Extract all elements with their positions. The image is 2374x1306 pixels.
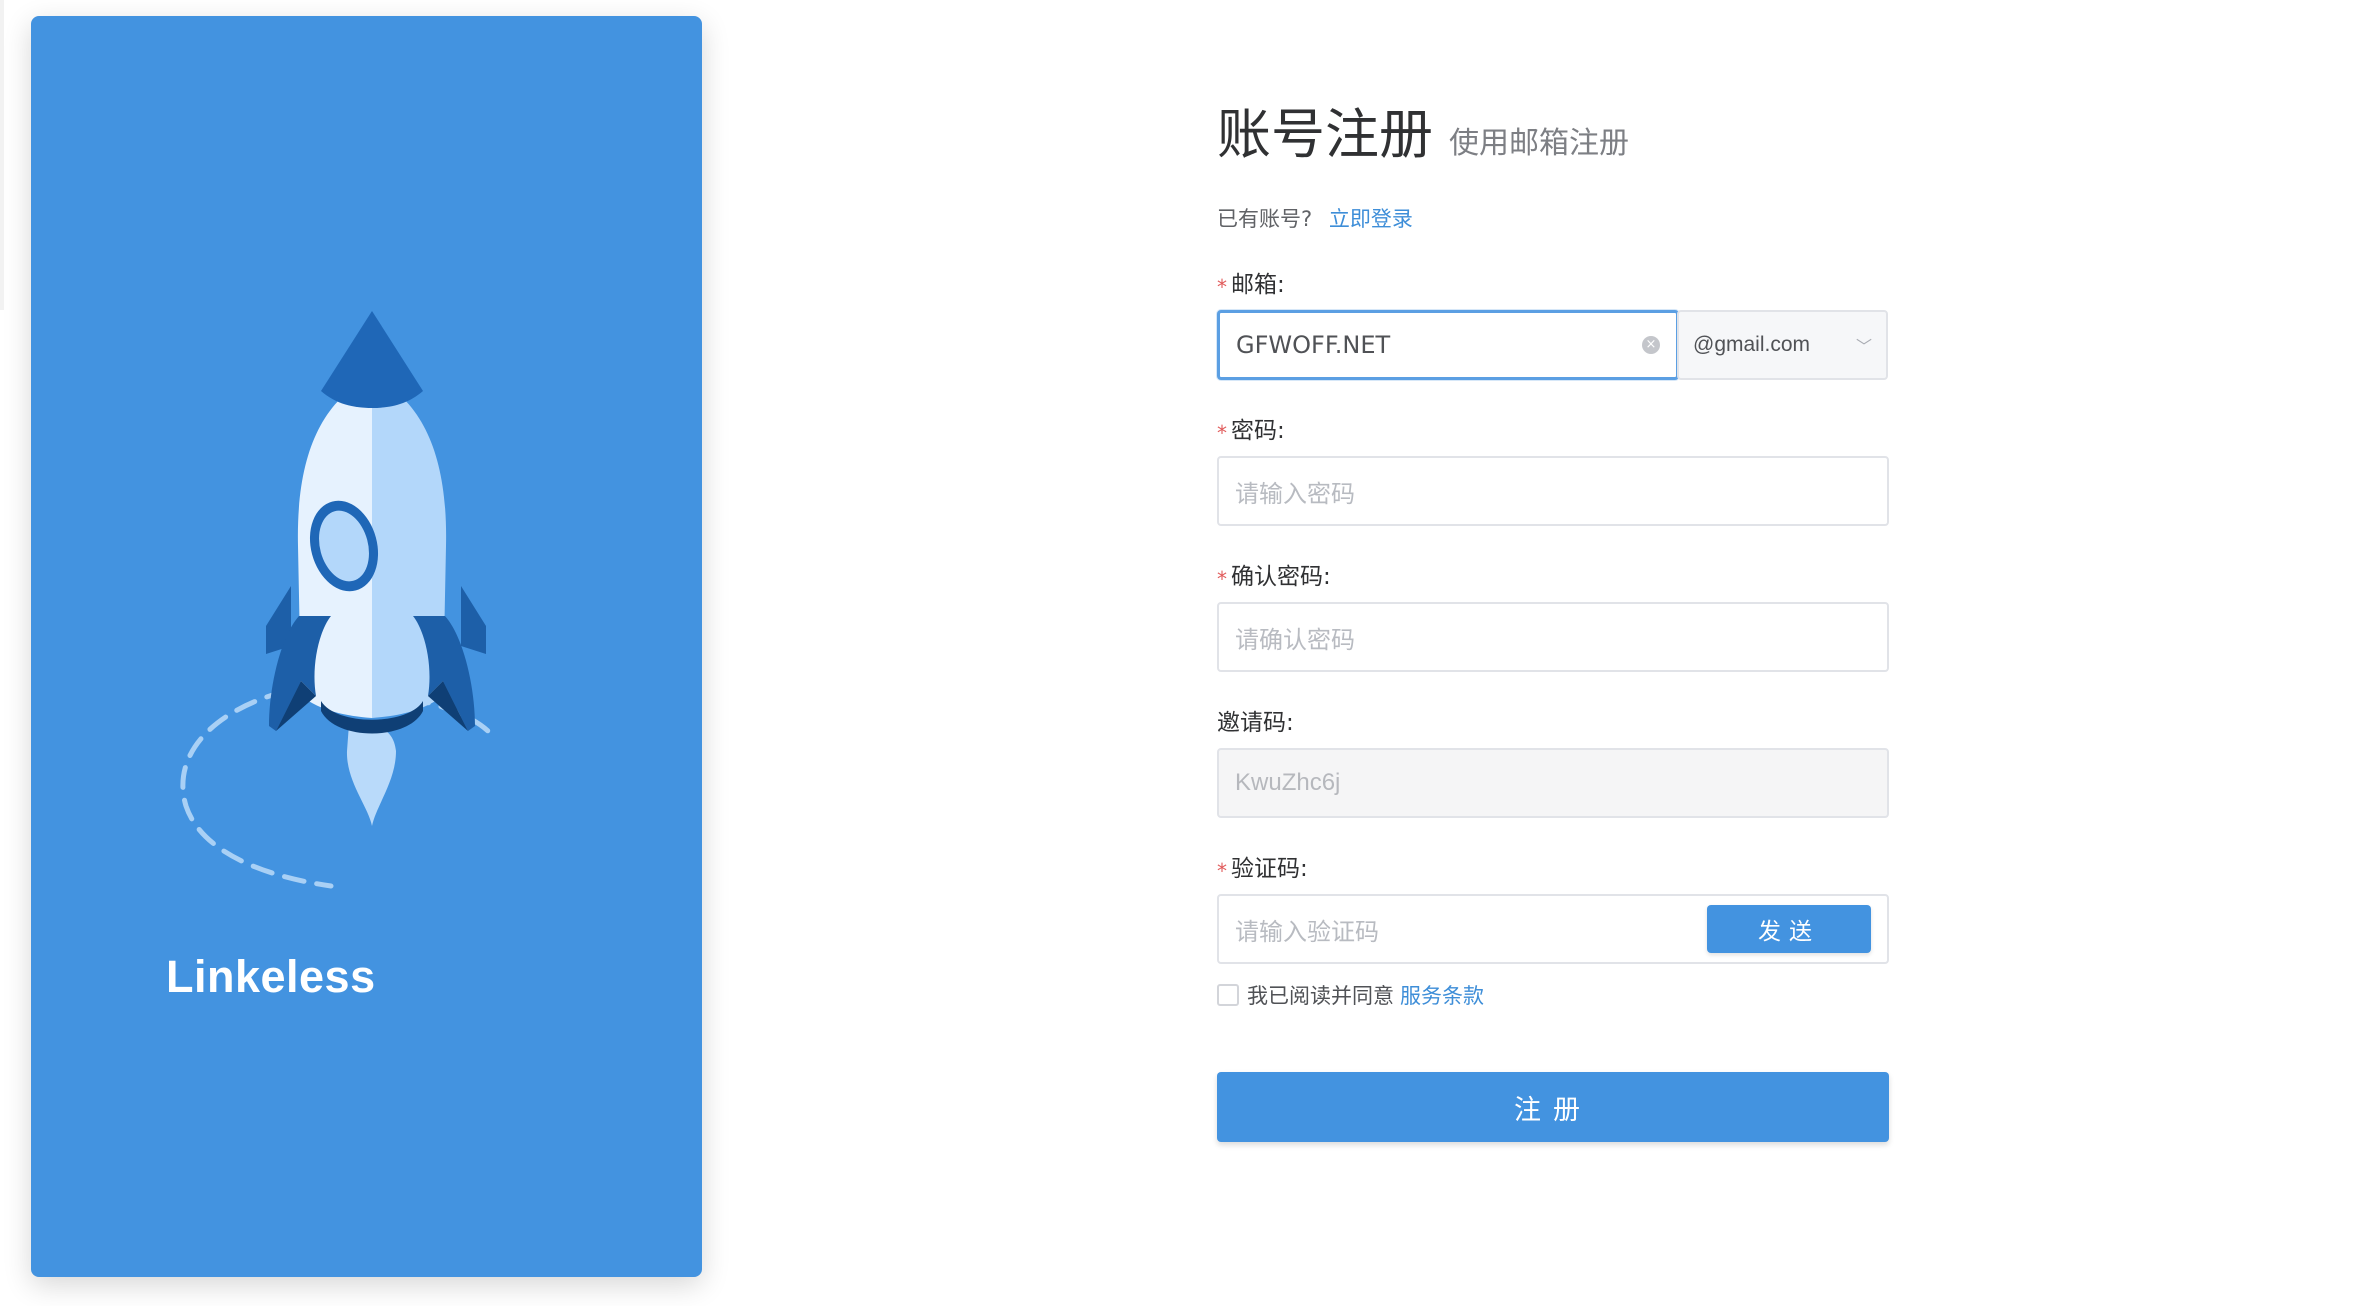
verify-code-field-group: * 验证码: 请输入验证码 发送 (1217, 852, 1889, 964)
confirm-password-label: * 确认密码: (1217, 560, 1889, 594)
email-row: GFWOFF.NET × @gmail.com ﹀ (1217, 310, 1889, 380)
hero-panel: Linkeless (31, 16, 702, 1277)
registration-page: Linkeless 账号注册 使用邮箱注册 已有账号? 立即登录 * 邮箱: GF… (0, 0, 2374, 1306)
password-field-group: * 密码: 请输入密码 (1217, 414, 1889, 526)
terms-link[interactable]: 服务条款 (1400, 980, 1484, 1010)
register-form: 账号注册 使用邮箱注册 已有账号? 立即登录 * 邮箱: GFWOFF.NET ×… (1217, 90, 1889, 1142)
email-label: * 邮箱: (1217, 268, 1889, 302)
login-prompt: 已有账号? (1217, 207, 1313, 231)
verify-code-placeholder: 请输入验证码 (1235, 917, 1379, 946)
login-link[interactable]: 立即登录 (1329, 207, 1413, 231)
required-mark: * (1217, 859, 1227, 883)
password-label: * 密码: (1217, 414, 1889, 448)
login-prompt-row: 已有账号? 立即登录 (1217, 202, 1889, 236)
required-mark: * (1217, 421, 1227, 445)
password-input[interactable]: 请输入密码 (1217, 456, 1889, 526)
email-domain-select[interactable]: @gmail.com ﹀ (1677, 310, 1888, 380)
clear-icon[interactable]: × (1642, 336, 1660, 354)
brand-name: Linkeless (166, 951, 376, 1002)
email-input[interactable]: GFWOFF.NET × (1217, 310, 1679, 380)
confirm-password-input[interactable]: 请确认密码 (1217, 602, 1889, 672)
email-field-group: * 邮箱: GFWOFF.NET × @gmail.com ﹀ (1217, 268, 1889, 380)
chevron-down-icon: ﹀ (1855, 339, 1872, 356)
verify-code-input[interactable]: 请输入验证码 发送 (1217, 894, 1889, 964)
page-title: 账号注册 (1217, 103, 1433, 166)
agreement-text: 我已阅读并同意 (1247, 984, 1394, 1008)
confirm-password-label-text: 确认密码: (1231, 564, 1331, 590)
email-value: GFWOFF.NET (1236, 331, 1391, 359)
invite-code-label: 邀请码: (1217, 710, 1294, 736)
page-subtitle: 使用邮箱注册 (1449, 126, 1629, 161)
send-code-button[interactable]: 发送 (1707, 905, 1871, 953)
invite-code-value: KwuZhc6j (1235, 769, 1341, 796)
confirm-password-placeholder: 请确认密码 (1235, 625, 1355, 654)
register-button[interactable]: 注册 (1217, 1072, 1889, 1142)
rocket-illustration (180, 311, 494, 889)
agreement-row: 我已阅读并同意 服务条款 (1217, 980, 1889, 1010)
invite-code-field-group: 邀请码: KwuZhc6j (1217, 706, 1889, 818)
verify-code-label: * 验证码: (1217, 852, 1889, 886)
title-row: 账号注册 使用邮箱注册 (1217, 90, 1889, 180)
password-label-text: 密码: (1231, 418, 1285, 444)
agreement-checkbox[interactable] (1217, 984, 1239, 1006)
verify-code-label-text: 验证码: (1231, 856, 1308, 882)
window-edge (0, 0, 4, 310)
confirm-password-field-group: * 确认密码: 请确认密码 (1217, 560, 1889, 672)
required-mark: * (1217, 275, 1227, 299)
email-label-text: 邮箱: (1231, 272, 1285, 298)
email-domain-value: @gmail.com (1693, 333, 1811, 356)
invite-code-input: KwuZhc6j (1217, 748, 1889, 818)
required-mark: * (1217, 567, 1227, 591)
password-placeholder: 请输入密码 (1235, 479, 1355, 508)
